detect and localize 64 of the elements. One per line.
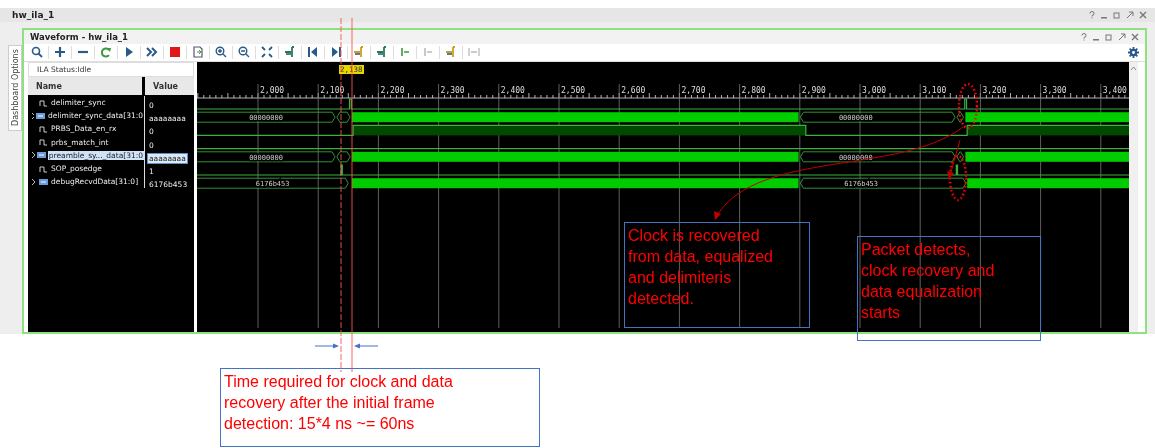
help-icon[interactable]	[1081, 32, 1087, 41]
tick-label: 3,100	[922, 86, 947, 95]
plus-icon[interactable]	[54, 46, 66, 59]
dotted-ellipse	[948, 154, 968, 202]
float-icon[interactable]	[1118, 32, 1126, 41]
tick-label: 3,200	[982, 86, 1007, 95]
marker-next-icon[interactable]	[376, 46, 388, 59]
marker-add-icon[interactable]	[353, 46, 365, 59]
window-title: Waveform - hw_ila_1	[30, 31, 129, 42]
signal-icon	[39, 164, 48, 173]
stop-icon[interactable]	[169, 46, 181, 59]
skip-end-icon[interactable]	[330, 46, 342, 59]
tick-label: 2,200	[380, 86, 405, 95]
column-header[interactable]: Name	[28, 77, 142, 95]
annotation-text: Clock is recovered from data, equalized and delimiteris detected.	[624, 222, 810, 328]
expand-icon[interactable]	[31, 111, 35, 120]
expand-icon[interactable]	[31, 151, 35, 160]
tick-label: 2,400	[500, 86, 525, 95]
float-icon[interactable]	[1126, 11, 1134, 19]
arrow	[947, 139, 961, 179]
fit-icon[interactable]	[261, 46, 273, 59]
settings-icon[interactable]	[1128, 46, 1139, 58]
tick-label: 2,000	[260, 86, 285, 95]
step-forward-icon[interactable]	[445, 46, 457, 59]
annotation-text: Time required for clock and data recovery after the initial frame detection: 15*4 ns ~= 60ns	[220, 368, 540, 447]
tick-label: 2,100	[320, 86, 345, 95]
restore-icon[interactable]	[1105, 32, 1113, 41]
tick-label: 3,000	[862, 86, 887, 95]
tick-label: 2,600	[621, 86, 646, 95]
tick-label: 2,700	[681, 86, 706, 95]
marker-insert-icon[interactable]	[399, 46, 411, 59]
fast-forward-icon[interactable]	[146, 46, 158, 59]
zoom-out-icon[interactable]	[238, 46, 250, 59]
search-icon[interactable]	[31, 46, 43, 59]
column-header[interactable]: Value	[145, 77, 194, 95]
play-icon[interactable]	[123, 46, 135, 59]
zoom-in-icon[interactable]	[215, 46, 227, 59]
arrow	[314, 343, 339, 349]
scroll-up-icon[interactable]	[1130, 66, 1137, 71]
tick-label: 2,800	[741, 86, 766, 95]
scrollbar[interactable]	[1129, 62, 1138, 332]
close-icon[interactable]	[1131, 32, 1139, 41]
tick-label: 3,400	[1102, 86, 1127, 95]
close-icon[interactable]	[1139, 11, 1147, 19]
signal-icon	[39, 98, 48, 107]
bus-signal-icon	[39, 177, 48, 186]
arrow	[354, 343, 379, 349]
marker-icon[interactable]	[284, 46, 296, 59]
skip-start-icon[interactable]	[307, 46, 319, 59]
tick-label: 2,900	[801, 86, 826, 95]
tick-label: 2,300	[440, 86, 465, 95]
expand-icon[interactable]	[31, 177, 37, 186]
side-tab[interactable]: Dashboard Options	[8, 45, 22, 131]
help-icon[interactable]	[1089, 11, 1095, 19]
bus-signal-icon	[36, 111, 46, 120]
app-title: hw_ila_1	[12, 10, 55, 20]
refresh-icon[interactable]	[100, 46, 112, 59]
tick-label: 3,300	[1042, 86, 1067, 95]
bus-signal-icon	[36, 151, 46, 160]
restore-icon[interactable]	[1113, 11, 1121, 19]
document-icon[interactable]	[192, 46, 204, 59]
dotted-ellipse	[957, 82, 979, 130]
tick-label: 2,500	[561, 86, 586, 95]
annotation-text: Packet detects, clock recovery and data equalization starts	[857, 236, 1041, 341]
